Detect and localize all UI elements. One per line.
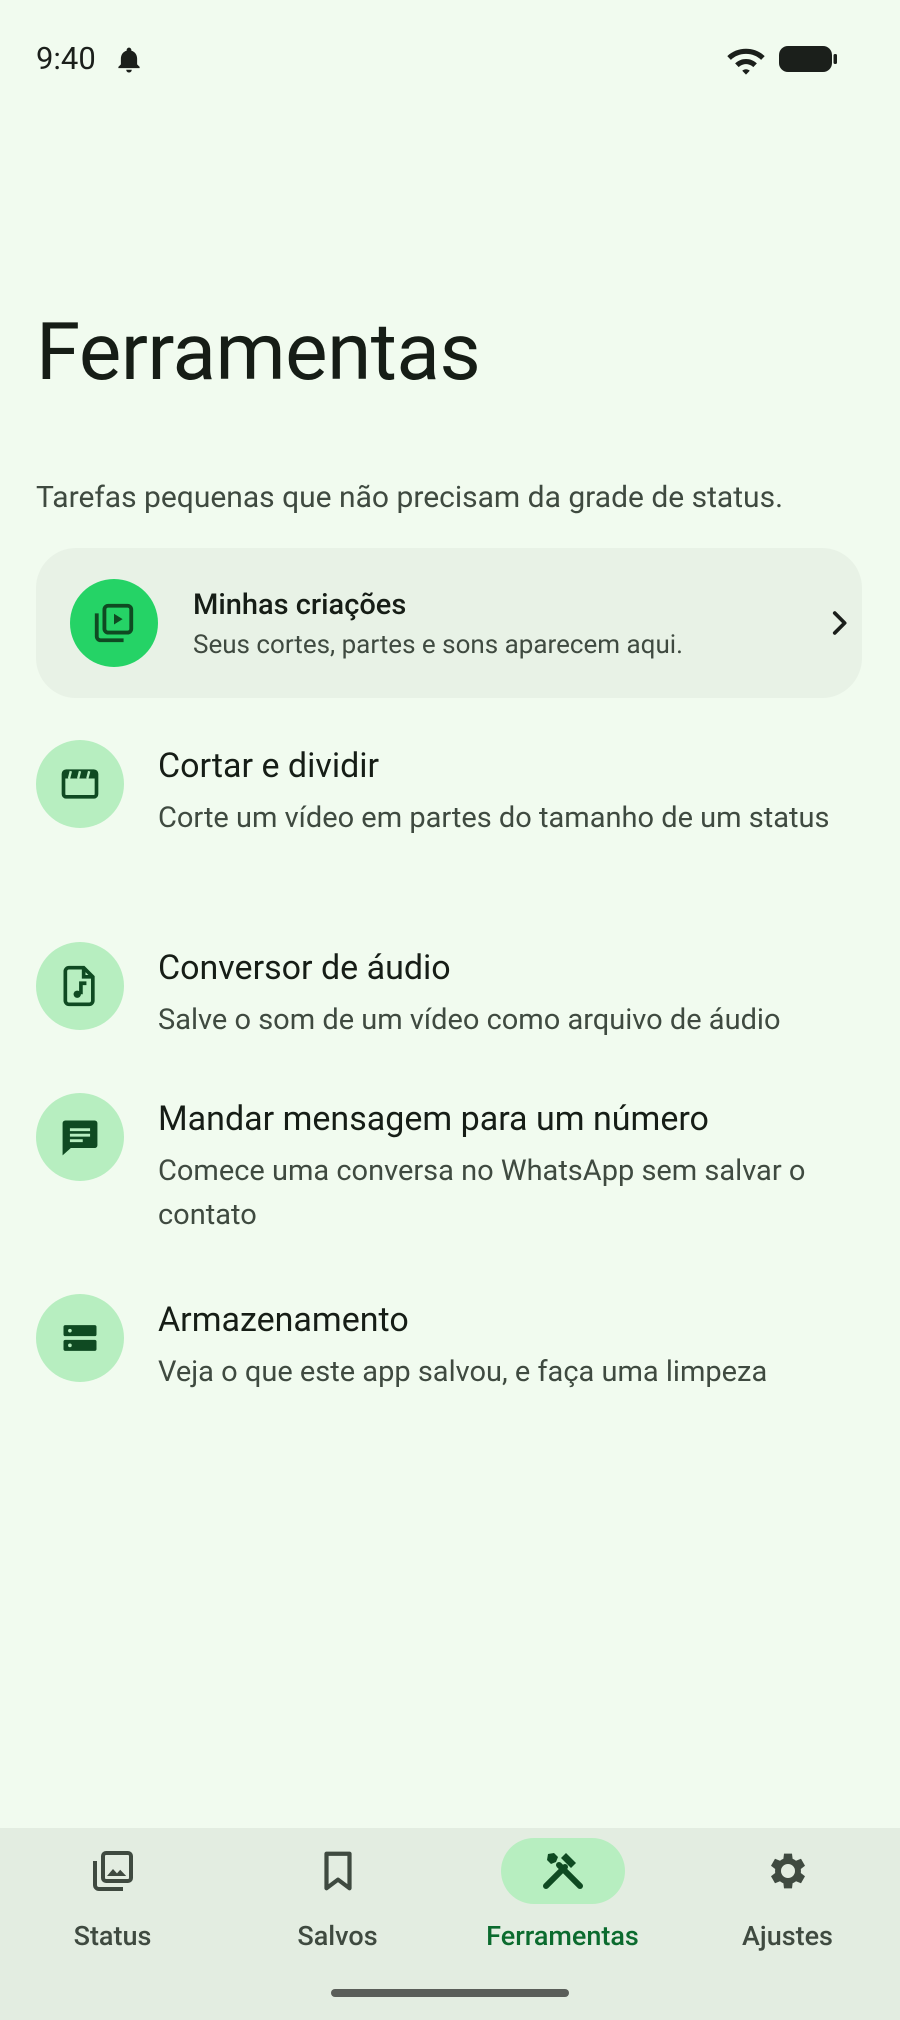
gear-icon: [770, 1853, 805, 1889]
my-creations-title: Minhas criações: [193, 588, 407, 622]
nav-label-ajustes: Ajustes: [742, 1920, 833, 1952]
page-title: Ferramentas: [36, 305, 481, 399]
nav-label-status: Status: [73, 1920, 152, 1952]
clapperboard-glyph: [61, 769, 99, 799]
video-library-icon: [70, 579, 158, 667]
storage-glyph: [63, 1325, 97, 1351]
clapperboard-icon: [36, 740, 124, 828]
home-indicator[interactable]: [331, 1989, 569, 1997]
video-library-glyph: [94, 603, 134, 643]
tool-subtitle: Salve o som de um vídeo como arquivo de …: [158, 1003, 781, 1037]
tool-subtitle: Corte um vídeo em partes do tamanho de u…: [158, 801, 830, 835]
wifi-icon: [727, 48, 765, 75]
tool-title: Cortar e dividir: [158, 746, 380, 786]
message-icon: [36, 1093, 124, 1181]
tool-item-message-number[interactable]: Mandar mensagem para um número Comece um…: [36, 1093, 866, 1243]
tool-subtitle: Veja o que este app salvou, e faça uma l…: [158, 1355, 768, 1389]
gallery-icon: [92, 1851, 133, 1891]
nav-label-salvos: Salvos: [297, 1920, 378, 1952]
nav-pill: [276, 1838, 400, 1904]
bookmark-icon: [323, 1851, 352, 1891]
nav-pill: [726, 1838, 850, 1904]
chevron-right-icon: [832, 611, 847, 635]
tool-item-audio-converter[interactable]: Conversor de áudio Salve o som de um víd…: [36, 942, 866, 1052]
tool-title: Conversor de áudio: [158, 948, 451, 988]
nav-label-ferramentas: Ferramentas: [486, 1920, 639, 1952]
status-time: 9:40: [36, 40, 96, 77]
page-subtitle: Tarefas pequenas que não precisam da gra…: [36, 480, 783, 515]
tools-icon: [542, 1853, 583, 1889]
nav-item-ajustes[interactable]: Ajustes: [675, 1828, 900, 2020]
status-bar: 9:40: [0, 0, 900, 120]
battery-icon: [779, 46, 837, 72]
nav-pill-active: [500, 1838, 625, 1904]
my-creations-subtitle: Seus cortes, partes e sons aparecem aqui…: [193, 630, 683, 660]
tool-item-cut-split[interactable]: Cortar e dividir Corte um vídeo em parte…: [36, 740, 866, 890]
my-creations-card[interactable]: Minhas criações Seus cortes, partes e so…: [36, 548, 862, 698]
tool-title: Mandar mensagem para um número: [158, 1099, 709, 1139]
audio-file-icon: [36, 942, 124, 1030]
tool-item-storage[interactable]: Armazenamento Veja o que este app salvou…: [36, 1294, 866, 1404]
storage-icon: [36, 1294, 124, 1382]
tool-title: Armazenamento: [158, 1300, 409, 1340]
nav-item-status[interactable]: Status: [0, 1828, 225, 2020]
message-glyph: [62, 1120, 98, 1156]
notification-bell-icon: [118, 47, 140, 73]
tool-subtitle: Comece uma conversa no WhatsApp sem salv…: [158, 1154, 806, 1232]
audio-file-glyph: [63, 965, 95, 1007]
nav-pill: [51, 1838, 175, 1904]
